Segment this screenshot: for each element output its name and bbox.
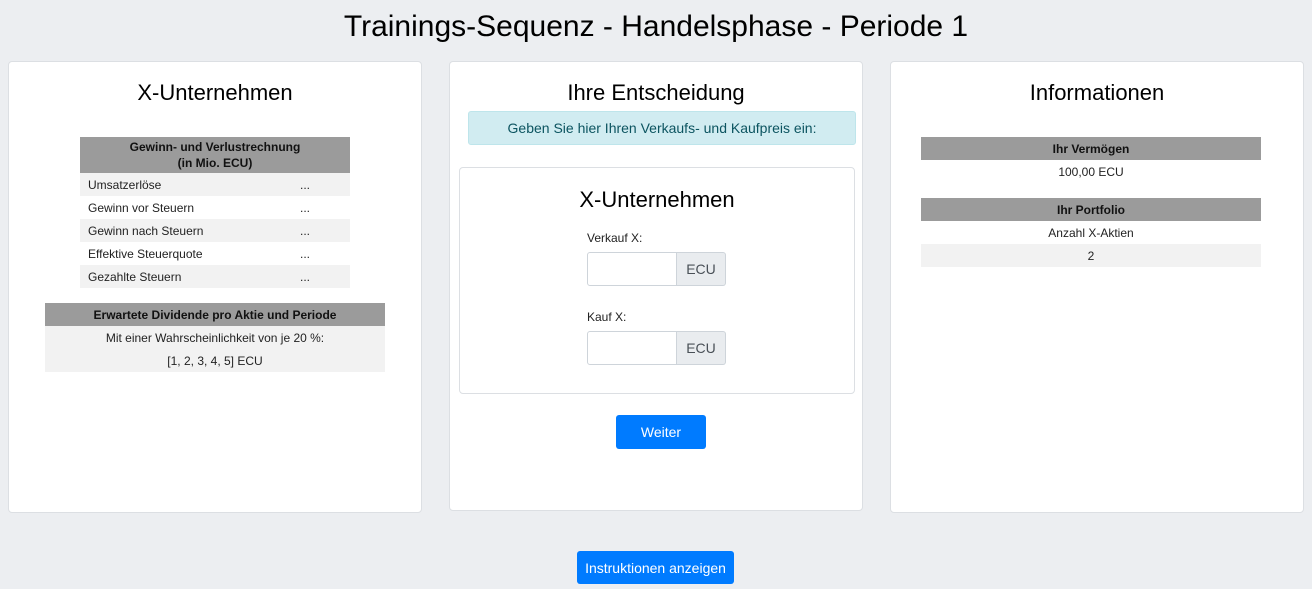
profit-loss-header-line1: Gewinn- und Verlustrechnung: [129, 140, 301, 154]
sell-price-input[interactable]: [587, 252, 677, 286]
row-label: Gewinn vor Steuern: [88, 200, 195, 215]
instruction-alert: Geben Sie hier Ihren Verkaufs- und Kaufp…: [468, 111, 856, 145]
row-value: ...: [300, 265, 350, 288]
table-row: Gewinn nach Steuern ...: [80, 219, 350, 242]
sell-label: Verkauf X:: [587, 231, 643, 245]
row-value: ...: [300, 173, 350, 196]
buy-price-input[interactable]: [587, 331, 677, 365]
table-row: Gewinn vor Steuern ...: [80, 196, 350, 219]
portfolio-value: 2: [921, 244, 1261, 267]
company-panel-title: X-Unternehmen: [137, 80, 293, 105]
wealth-value: 100,00 ECU: [1058, 164, 1124, 179]
portfolio-label: Anzahl X-Aktien: [1048, 225, 1134, 240]
buy-label: Kauf X:: [587, 310, 627, 324]
row-value: ...: [300, 246, 311, 261]
dividend-header: Erwartete Dividende pro Aktie und Period…: [45, 303, 385, 326]
profit-loss-table: Gewinn- und Verlustrechnung (in Mio. ECU…: [80, 137, 350, 288]
sell-input-group: ECU: [587, 252, 726, 286]
wealth-header: Ihr Vermögen: [921, 137, 1261, 160]
buy-currency-addon: ECU: [677, 331, 726, 365]
profit-loss-header-line2: (in Mio. ECU): [177, 156, 253, 170]
order-form-title: X-Unternehmen: [579, 187, 735, 212]
company-panel: X-Unternehmen Gewinn- und Verlustrechnun…: [8, 61, 422, 513]
portfolio-header: Ihr Portfolio: [921, 198, 1261, 221]
info-panel-title: Informationen: [1029, 80, 1165, 105]
decision-panel: Ihre Entscheidung Geben Sie hier Ihren V…: [449, 61, 863, 511]
dividend-table: Erwartete Dividende pro Aktie und Period…: [45, 303, 385, 372]
table-row: Effektive Steuerquote ...: [80, 242, 350, 265]
row-label: Effektive Steuerquote: [88, 246, 203, 261]
row-value: ...: [300, 200, 311, 215]
wealth-table: Ihr Vermögen 100,00 ECU: [921, 137, 1261, 183]
dividend-values: [1, 2, 3, 4, 5] ECU: [45, 349, 385, 372]
table-row: Umsatzerlöse ...: [80, 173, 350, 196]
sell-currency-addon: ECU: [677, 252, 726, 286]
order-form: X-Unternehmen Verkauf X: ECU Kauf X: ECU: [459, 167, 855, 394]
row-label: Umsatzerlöse: [80, 173, 300, 196]
profit-loss-header: Gewinn- und Verlustrechnung (in Mio. ECU…: [80, 137, 350, 173]
buy-input-group: ECU: [587, 331, 726, 365]
row-label: Gezahlte Steuern: [80, 265, 300, 288]
row-label: Gewinn nach Steuern: [80, 219, 300, 242]
show-instructions-button[interactable]: Instruktionen anzeigen: [577, 551, 734, 584]
row-value: ...: [300, 219, 350, 242]
portfolio-table: Ihr Portfolio Anzahl X-Aktien 2: [921, 198, 1261, 267]
dividend-probability: Mit einer Wahrscheinlichkeit von je 20 %…: [45, 326, 385, 349]
decision-panel-title: Ihre Entscheidung: [567, 80, 745, 105]
info-panel: Informationen Ihr Vermögen 100,00 ECU Ih…: [890, 61, 1304, 513]
next-button[interactable]: Weiter: [616, 415, 706, 449]
page-title: Trainings-Sequenz - Handelsphase - Perio…: [343, 10, 969, 43]
table-row: Gezahlte Steuern ...: [80, 265, 350, 288]
